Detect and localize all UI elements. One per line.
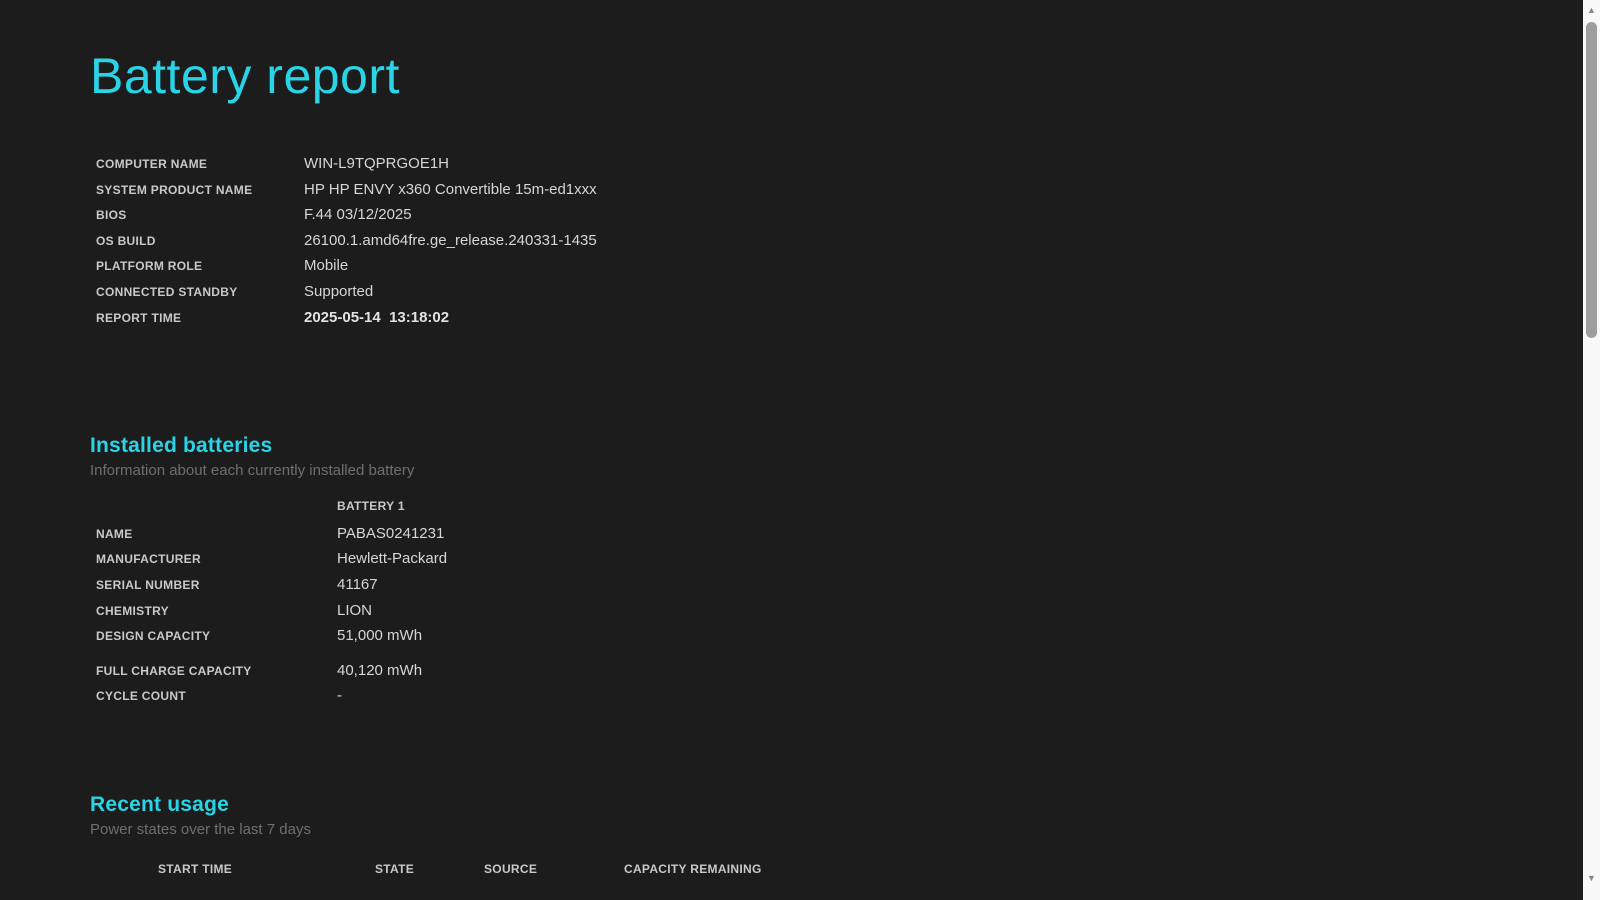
battery-label: SERIAL NUMBER — [96, 577, 200, 592]
info-label: COMPUTER NAME — [96, 157, 208, 171]
system-info-row: BIOS F.44 03/12/2025 — [90, 206, 1583, 232]
battery-details-table: BATTERY 1 NAME PABAS0241231 MANUFACTURER… — [90, 499, 1583, 713]
info-value: Mobile — [304, 257, 349, 275]
battery-value: PABAS0241231 — [337, 524, 445, 542]
system-info-row: REPORT TIME 2025-05-14 13:18:02 — [90, 309, 1583, 335]
battery-row: SERIAL NUMBER 41167 — [90, 576, 1583, 602]
scrollbar-thumb[interactable] — [1586, 22, 1597, 338]
recent-usage-subtitle: Power states over the last 7 days — [90, 820, 311, 838]
battery-row: CHEMISTRY LION — [90, 602, 1583, 628]
installed-batteries-section: Installed batteries Information about ea… — [90, 434, 1583, 713]
info-label: CONNECTED STANDBY — [96, 284, 238, 299]
usage-column-header-source: SOURCE — [484, 861, 538, 876]
battery-column-header-row: BATTERY 1 — [90, 499, 1583, 525]
battery-column-header: BATTERY 1 — [337, 499, 405, 514]
battery-label: CYCLE COUNT — [96, 689, 186, 704]
info-label: REPORT TIME — [96, 310, 182, 325]
info-value: F.44 03/12/2025 — [304, 206, 412, 224]
info-value: WIN-L9TQPRGOE1H — [304, 155, 450, 172]
info-value: 26100.1.amd64fre.ge_release.240331-1435 — [304, 231, 597, 249]
battery-row: FULL CHARGE CAPACITY 40,120 mWh — [90, 662, 1583, 688]
battery-value: 40,120 mWh — [337, 661, 423, 679]
battery-label: NAME — [96, 526, 133, 541]
usage-column-header-start-time: START TIME — [158, 861, 233, 876]
info-label: SYSTEM PRODUCT NAME — [96, 182, 253, 197]
battery-row: DESIGN CAPACITY 51,000 mWh — [90, 627, 1583, 653]
vertical-scrollbar[interactable]: ▲ ▼ — [1583, 0, 1600, 900]
report-time-value: 2025-05-14 13:18:02 — [304, 308, 450, 326]
system-info-row: PLATFORM ROLE Mobile — [90, 257, 1583, 283]
battery-label: DESIGN CAPACITY — [96, 629, 211, 644]
battery-report-page: Battery report COMPUTER NAME WIN-L9TQPRG… — [0, 0, 1583, 900]
battery-value: - — [337, 687, 342, 705]
battery-label: MANUFACTURER — [96, 552, 201, 567]
system-info-row: OS BUILD 26100.1.amd64fre.ge_release.240… — [90, 232, 1583, 258]
battery-row: MANUFACTURER Hewlett-Packard — [90, 550, 1583, 576]
battery-value: LION — [337, 601, 373, 619]
battery-label: CHEMISTRY — [96, 603, 169, 618]
battery-row: CYCLE COUNT - — [90, 687, 1583, 713]
usage-column-header-capacity-remaining: CAPACITY REMAINING — [624, 861, 762, 876]
info-label: BIOS — [96, 208, 127, 223]
battery-value: 51,000 mWh — [337, 627, 423, 645]
system-info-row: CONNECTED STANDBY Supported — [90, 283, 1583, 309]
info-label: PLATFORM ROLE — [96, 259, 203, 274]
system-info-row: SYSTEM PRODUCT NAME HP HP ENVY x360 Conv… — [90, 181, 1583, 207]
recent-usage-heading: Recent usage — [90, 792, 229, 816]
info-label: OS BUILD — [96, 233, 156, 248]
installed-batteries-heading: Installed batteries — [90, 434, 273, 458]
info-value: Supported — [304, 282, 374, 300]
usage-column-header-state: STATE — [375, 861, 415, 876]
recent-usage-table: START TIME STATE SOURCE CAPACITY REMAINI… — [141, 856, 1583, 882]
battery-value: 41167 — [337, 575, 378, 593]
battery-row: NAME PABAS0241231 — [90, 525, 1583, 551]
installed-batteries-subtitle: Information about each currently install… — [90, 462, 415, 480]
battery-label: FULL CHARGE CAPACITY — [96, 663, 252, 678]
system-info-table: COMPUTER NAME WIN-L9TQPRGOE1H SYSTEM PRO… — [90, 155, 1583, 334]
recent-usage-section: Recent usage Power states over the last … — [90, 793, 1583, 882]
info-value: HP HP ENVY x360 Convertible 15m-ed1xxx — [304, 180, 597, 198]
system-info-row: COMPUTER NAME WIN-L9TQPRGOE1H — [90, 155, 1583, 181]
battery-table-gap — [90, 653, 1583, 662]
battery-value: Hewlett-Packard — [337, 550, 448, 568]
page-title: Battery report — [90, 48, 400, 104]
scroll-down-icon[interactable]: ▼ — [1583, 870, 1600, 886]
scroll-up-icon[interactable]: ▲ — [1583, 2, 1600, 18]
